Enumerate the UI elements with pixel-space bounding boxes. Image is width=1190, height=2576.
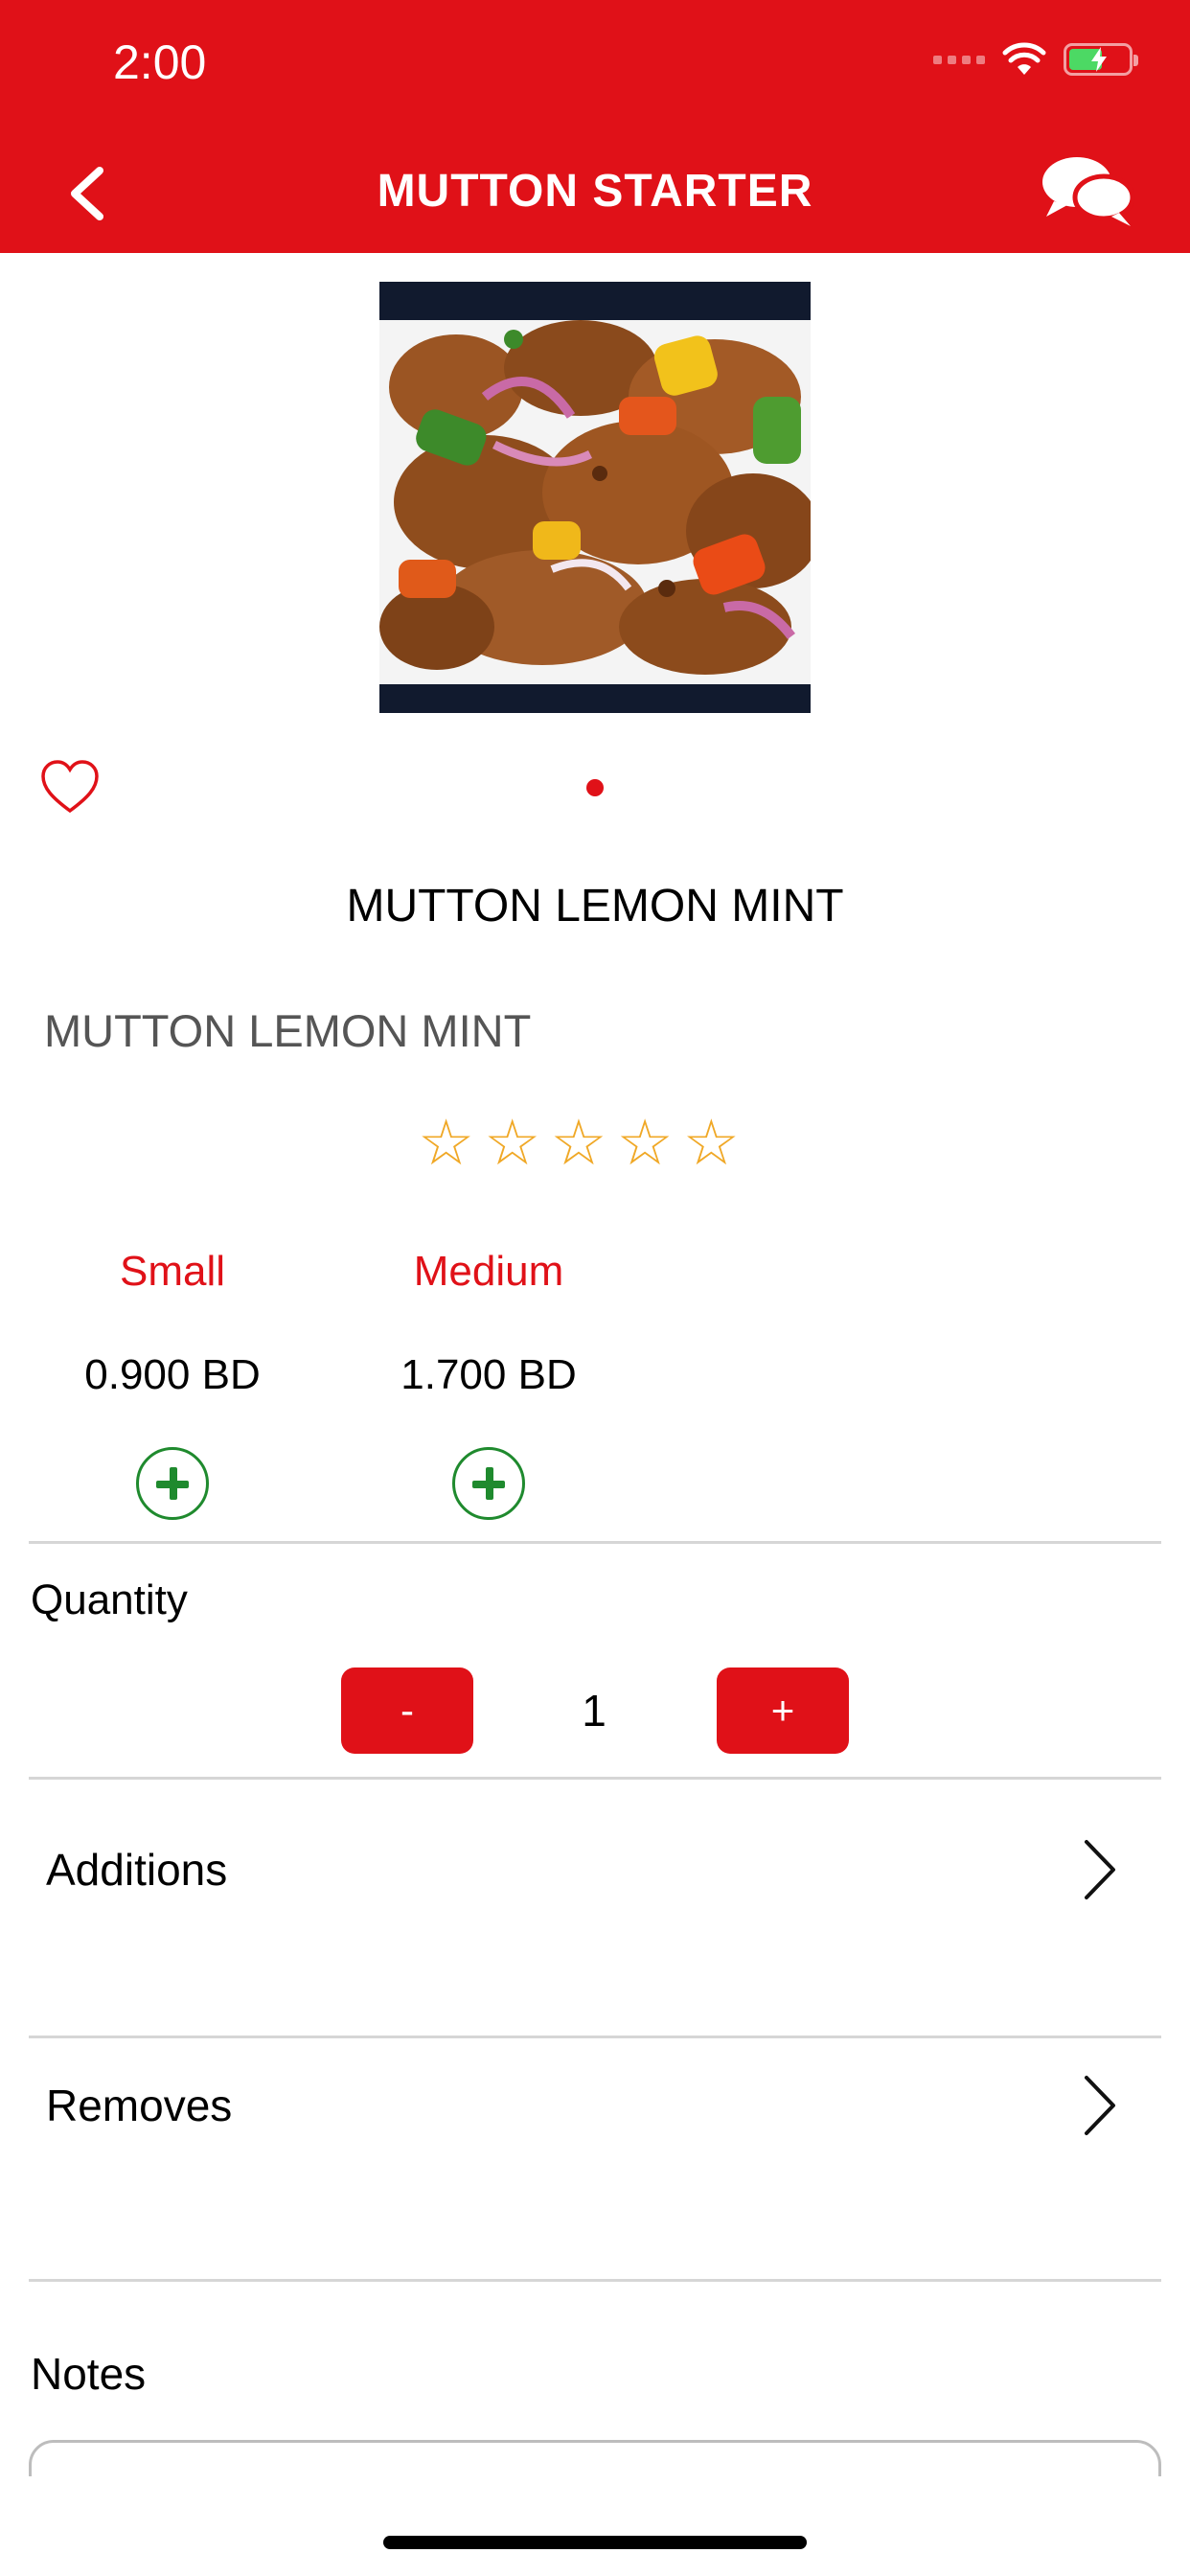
wifi-icon bbox=[1002, 42, 1046, 75]
notes-label: Notes bbox=[31, 2349, 147, 2399]
removes-label: Removes bbox=[46, 2081, 233, 2130]
size-label: Small bbox=[119, 1248, 226, 1295]
additions-label: Additions bbox=[46, 1845, 228, 1895]
quantity-value: 1 bbox=[582, 1686, 606, 1736]
quantity-increase-button[interactable]: + bbox=[717, 1668, 849, 1754]
chat-button[interactable] bbox=[1041, 153, 1136, 230]
size-option-medium: Medium 1.700 BD bbox=[383, 1248, 594, 1520]
size-option-small: Small 0.900 BD bbox=[67, 1248, 278, 1520]
page-title: MUTTON STARTER bbox=[377, 166, 813, 217]
page-indicator-dot bbox=[586, 779, 604, 796]
divider bbox=[29, 2279, 1161, 2282]
size-price: 0.900 BD bbox=[84, 1351, 261, 1398]
size-label: Medium bbox=[413, 1248, 564, 1295]
star-icon[interactable]: ☆ bbox=[617, 1112, 674, 1175]
product-description: MUTTON LEMON MINT bbox=[44, 1005, 532, 1056]
divider bbox=[29, 2036, 1161, 2038]
favorite-button[interactable] bbox=[40, 759, 100, 815]
star-icon[interactable]: ☆ bbox=[418, 1112, 474, 1175]
star-icon[interactable]: ☆ bbox=[683, 1112, 740, 1175]
rating-stars[interactable]: ☆ ☆ ☆ ☆ ☆ bbox=[418, 1112, 740, 1175]
size-price: 1.700 BD bbox=[400, 1351, 577, 1398]
status-icons bbox=[933, 42, 1138, 77]
chevron-right-icon bbox=[1085, 2076, 1115, 2135]
battery-charging-icon bbox=[1064, 43, 1138, 76]
divider bbox=[29, 1777, 1161, 1780]
bottom-area bbox=[0, 2476, 1190, 2576]
product-title: MUTTON LEMON MINT bbox=[346, 881, 844, 932]
chevron-right-icon bbox=[1085, 1840, 1115, 1899]
quantity-label: Quantity bbox=[31, 1576, 188, 1623]
status-time: 2:00 bbox=[113, 35, 207, 89]
star-icon[interactable]: ☆ bbox=[484, 1112, 540, 1175]
product-image bbox=[379, 282, 811, 713]
chat-bubbles-icon bbox=[1042, 157, 1135, 226]
divider bbox=[29, 1541, 1161, 1544]
star-icon[interactable]: ☆ bbox=[550, 1112, 606, 1175]
add-medium-button[interactable] bbox=[452, 1447, 525, 1520]
heart-icon bbox=[41, 760, 99, 814]
add-small-button[interactable] bbox=[136, 1447, 209, 1520]
home-indicator bbox=[383, 2536, 807, 2549]
app-header: 2:00 MUTTON STARTER bbox=[0, 0, 1190, 253]
quantity-decrease-button[interactable]: - bbox=[341, 1668, 473, 1754]
cellular-icon bbox=[933, 55, 985, 64]
